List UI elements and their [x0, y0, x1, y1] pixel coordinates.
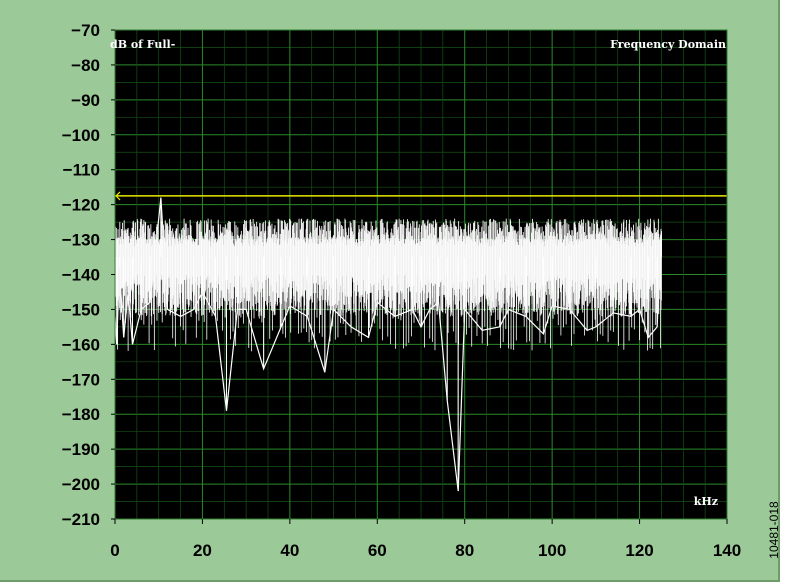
y-tick-label: −120 — [62, 196, 100, 215]
y-tick-label: −160 — [62, 335, 100, 354]
spectrum-chart: −70 −80 −90 −100 −110 −120 −130 −140 −150 −160 −17… — [0, 0, 780, 582]
y-tick-label: −90 — [71, 91, 100, 110]
y-axis-label: dB of Full- — [110, 38, 175, 51]
y-tick-label: −150 — [62, 300, 100, 319]
chart-title: Frequency Domain — [610, 38, 726, 51]
y-tick-label: −70 — [71, 21, 100, 40]
x-tick-label: 120 — [625, 541, 653, 560]
y-tick-label: −140 — [62, 266, 100, 285]
x-tick-label: 60 — [368, 541, 387, 560]
y-tick-label: −130 — [62, 231, 100, 250]
x-tick-label: 0 — [110, 541, 119, 560]
x-axis-unit-label: kHz — [694, 495, 718, 508]
y-tick-label: −180 — [62, 405, 100, 424]
x-tick-label: 80 — [455, 541, 474, 560]
y-tick-label: −190 — [62, 440, 100, 459]
figure-id-label-wrap: 10481-018 — [767, 490, 781, 570]
y-tick-label: −210 — [62, 510, 100, 529]
y-tick-label: −200 — [62, 475, 100, 494]
x-tick-label: 140 — [713, 541, 741, 560]
x-tick-label: 40 — [280, 541, 299, 560]
y-tick-label: −100 — [62, 126, 100, 145]
figure-id-label: 10481-018 — [767, 501, 781, 559]
y-tick-label: −80 — [71, 56, 100, 75]
y-tick-label: −170 — [62, 370, 100, 389]
x-tick-label: 100 — [538, 541, 566, 560]
x-tick-label: 20 — [193, 541, 212, 560]
y-tick-label: −110 — [63, 161, 100, 180]
